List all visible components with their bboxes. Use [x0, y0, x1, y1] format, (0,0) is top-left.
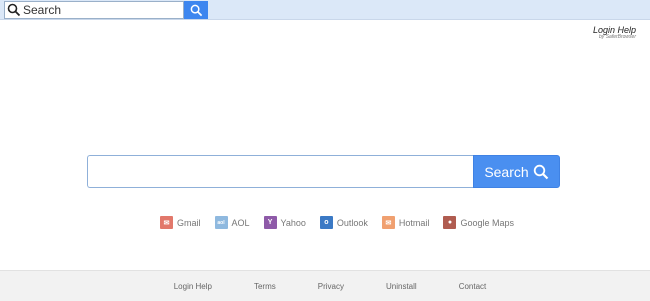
quick-link-hotmail[interactable]: ✉ Hotmail	[381, 216, 430, 229]
gmail-icon: ✉	[160, 216, 173, 229]
main-search: Search	[87, 155, 560, 188]
footer-link-privacy[interactable]: Privacy	[318, 282, 344, 291]
yahoo-icon: Y	[263, 216, 277, 229]
footer-link-terms[interactable]: Terms	[254, 282, 276, 291]
aol-icon: aol	[214, 216, 228, 229]
quick-link-yahoo[interactable]: Y Yahoo	[263, 216, 306, 229]
brand-byline: by SaferBrowser	[599, 34, 636, 40]
brand-logo[interactable]: Login Help by SaferBrowser	[593, 25, 636, 40]
quick-link-label: Outlook	[336, 217, 368, 228]
quick-links: ✉ Gmail aol AOL Y Yahoo o Outlook ✉ Hotm…	[160, 216, 514, 229]
top-bar	[0, 0, 650, 20]
google-maps-icon: ●	[443, 216, 457, 229]
quick-link-aol[interactable]: aol AOL	[214, 216, 250, 229]
top-search-button[interactable]	[184, 1, 208, 19]
main-search-button[interactable]: Search	[473, 155, 560, 188]
hotmail-icon: ✉	[381, 216, 395, 229]
quick-link-gmail[interactable]: ✉ Gmail	[160, 216, 201, 229]
quick-link-outlook[interactable]: o Outlook	[319, 216, 368, 229]
top-search-input[interactable]	[23, 3, 173, 17]
footer-link-contact[interactable]: Contact	[459, 282, 487, 291]
footer: Login Help Terms Privacy Uninstall Conta…	[0, 270, 650, 301]
outlook-icon: o	[319, 216, 333, 229]
quick-link-label: AOL	[231, 217, 250, 228]
footer-link-login-help[interactable]: Login Help	[174, 282, 212, 291]
top-search-box[interactable]	[4, 1, 184, 19]
quick-link-label: Google Maps	[460, 217, 514, 228]
quick-link-label: Hotmail	[398, 217, 430, 228]
footer-link-uninstall[interactable]: Uninstall	[386, 282, 417, 291]
search-icon	[533, 164, 548, 179]
search-icon	[7, 3, 21, 17]
main-search-button-label: Search	[484, 163, 529, 180]
quick-link-google-maps[interactable]: ● Google Maps	[443, 216, 514, 229]
quick-link-label: Gmail	[177, 217, 201, 228]
main-search-input[interactable]	[87, 155, 474, 188]
search-icon	[190, 4, 202, 16]
quick-link-label: Yahoo	[280, 217, 306, 228]
